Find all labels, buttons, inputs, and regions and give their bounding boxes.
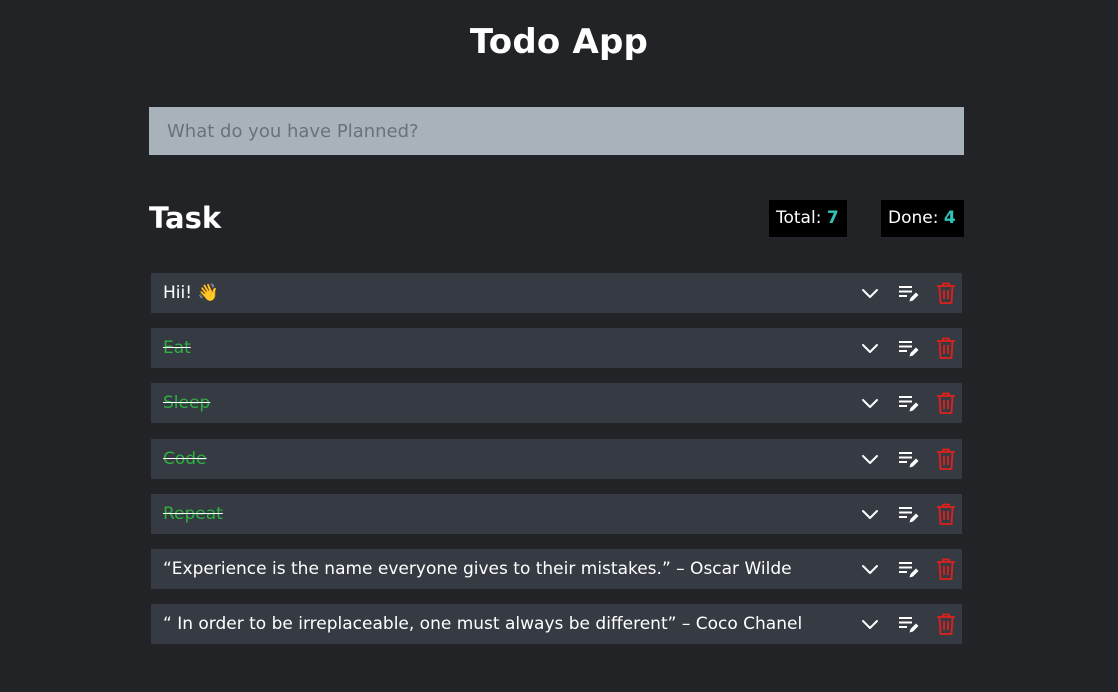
trash-icon[interactable] <box>934 502 958 526</box>
total-label: Total: <box>776 208 822 228</box>
done-counter: Done: 4 <box>881 200 964 237</box>
task-item: Code <box>151 438 962 479</box>
edit-list-icon[interactable] <box>896 391 920 415</box>
edit-list-icon[interactable] <box>896 336 920 360</box>
task-item: Sleep <box>151 383 962 424</box>
task-item: “ In order to be irreplaceable, one must… <box>151 604 962 645</box>
edit-list-icon[interactable] <box>896 612 920 636</box>
task-text[interactable]: Hii! 👋 <box>163 273 853 313</box>
trash-icon[interactable] <box>934 612 958 636</box>
trash-icon[interactable] <box>934 336 958 360</box>
chevron-down-icon[interactable] <box>858 557 882 581</box>
task-text[interactable]: Repeat <box>163 494 853 534</box>
edit-list-icon[interactable] <box>896 447 920 471</box>
todo-app: Todo App Task Total: 7 Done: 4 Hii! 👋 Ea… <box>0 0 1118 692</box>
task-item: “Experience is the name everyone gives t… <box>151 548 962 589</box>
chevron-down-icon[interactable] <box>858 447 882 471</box>
trash-icon[interactable] <box>934 281 958 305</box>
chevron-down-icon[interactable] <box>858 612 882 636</box>
total-counter: Total: 7 <box>769 200 847 237</box>
new-task-input[interactable] <box>149 107 964 155</box>
chevron-down-icon[interactable] <box>858 391 882 415</box>
task-item: Repeat <box>151 493 962 534</box>
task-text[interactable]: “ In order to be irreplaceable, one must… <box>163 604 853 644</box>
edit-list-icon[interactable] <box>896 557 920 581</box>
task-list: Hii! 👋 Eat Sleep Code Repeat “Experience… <box>151 273 962 659</box>
tasks-heading: Task <box>149 201 222 235</box>
edit-list-icon[interactable] <box>896 281 920 305</box>
task-text[interactable]: Eat <box>163 328 853 368</box>
chevron-down-icon[interactable] <box>858 281 882 305</box>
trash-icon[interactable] <box>934 447 958 471</box>
total-count: 7 <box>826 208 839 228</box>
task-text[interactable]: Code <box>163 439 853 479</box>
done-label: Done: <box>888 208 939 228</box>
chevron-down-icon[interactable] <box>858 336 882 360</box>
done-count: 4 <box>943 208 956 228</box>
edit-list-icon[interactable] <box>896 502 920 526</box>
task-item: Eat <box>151 328 962 369</box>
app-title: Todo App <box>469 22 649 62</box>
trash-icon[interactable] <box>934 391 958 415</box>
trash-icon[interactable] <box>934 557 958 581</box>
task-text[interactable]: “Experience is the name everyone gives t… <box>163 549 853 589</box>
task-text[interactable]: Sleep <box>163 383 853 423</box>
task-item: Hii! 👋 <box>151 273 962 313</box>
chevron-down-icon[interactable] <box>858 502 882 526</box>
